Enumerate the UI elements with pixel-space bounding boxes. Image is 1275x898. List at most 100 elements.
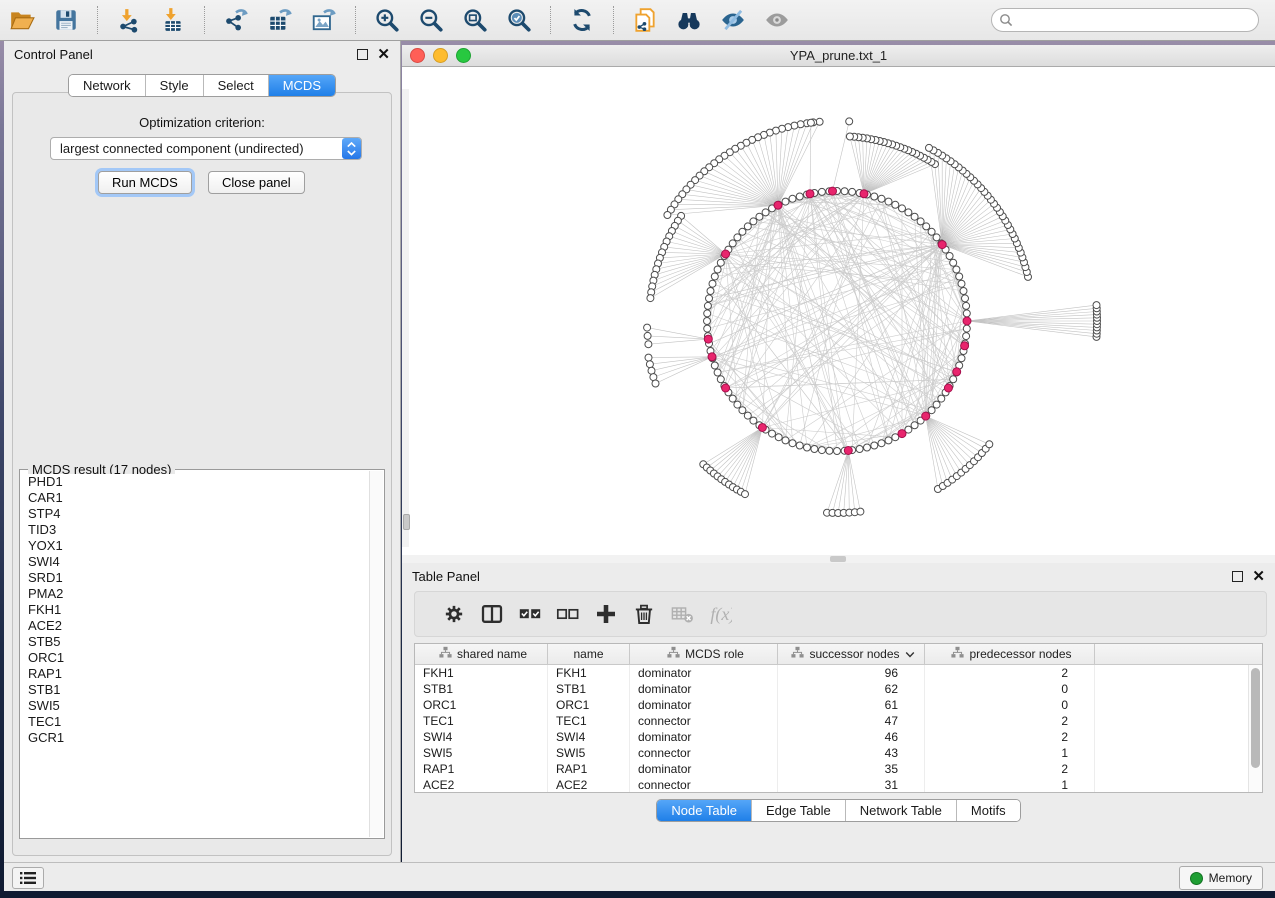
table-cell[interactable]: 62 bbox=[778, 681, 925, 697]
table-cell[interactable]: 35 bbox=[778, 761, 925, 777]
result-list-item[interactable]: FKH1 bbox=[21, 602, 370, 618]
tab-mcds[interactable]: MCDS bbox=[268, 75, 335, 96]
table-cell[interactable]: dominator bbox=[630, 681, 778, 697]
table-scrollbar[interactable] bbox=[1248, 665, 1262, 792]
result-list-item[interactable]: STB1 bbox=[21, 682, 370, 698]
table-cell[interactable]: RAP1 bbox=[415, 761, 548, 777]
find-icon[interactable] bbox=[675, 6, 703, 34]
result-list-item[interactable]: RAP1 bbox=[21, 666, 370, 682]
table-cell[interactable]: STB1 bbox=[548, 681, 630, 697]
table-cell[interactable]: 47 bbox=[778, 713, 925, 729]
table-cell[interactable]: ORC1 bbox=[548, 697, 630, 713]
table-cell[interactable]: TEC1 bbox=[548, 713, 630, 729]
table-cell[interactable]: dominator bbox=[630, 697, 778, 713]
result-list-item[interactable]: ORC1 bbox=[21, 650, 370, 666]
table-cell[interactable]: 2 bbox=[925, 665, 1095, 681]
add-column-icon[interactable] bbox=[587, 599, 625, 629]
table-row[interactable]: FKH1FKH1dominator962 bbox=[415, 665, 1249, 681]
column-header-successor-nodes[interactable]: successor nodes bbox=[778, 644, 925, 664]
hide-selected-icon[interactable] bbox=[719, 6, 747, 34]
table-row[interactable]: SWI4SWI4dominator462 bbox=[415, 729, 1249, 745]
table-cell[interactable]: 1 bbox=[925, 777, 1095, 792]
table-cell[interactable]: 96 bbox=[778, 665, 925, 681]
save-session-icon[interactable] bbox=[52, 6, 80, 34]
float-panel-icon[interactable] bbox=[357, 49, 368, 60]
table-cell[interactable]: STB1 bbox=[415, 681, 548, 697]
table-cell[interactable]: ORC1 bbox=[415, 697, 548, 713]
panel-list-button[interactable] bbox=[12, 867, 44, 889]
column-header-predecessor-nodes[interactable]: predecessor nodes bbox=[925, 644, 1095, 664]
close-table-panel-icon[interactable]: ✕ bbox=[1252, 572, 1265, 581]
table-cell[interactable]: FKH1 bbox=[548, 665, 630, 681]
tab-motifs[interactable]: Motifs bbox=[956, 800, 1020, 821]
tab-node-table[interactable]: Node Table bbox=[657, 800, 751, 821]
clone-network-icon[interactable] bbox=[631, 6, 659, 34]
result-list-item[interactable]: STB5 bbox=[21, 634, 370, 650]
table-cell[interactable]: 2 bbox=[925, 713, 1095, 729]
result-list-item[interactable]: TEC1 bbox=[21, 714, 370, 730]
zoom-fit-icon[interactable] bbox=[461, 6, 489, 34]
open-file-icon[interactable] bbox=[8, 6, 36, 34]
result-list-item[interactable]: ACE2 bbox=[21, 618, 370, 634]
table-cell[interactable]: ACE2 bbox=[548, 777, 630, 792]
tab-edge-table[interactable]: Edge Table bbox=[751, 800, 845, 821]
table-cell[interactable]: connector bbox=[630, 745, 778, 761]
zoom-selected-icon[interactable] bbox=[505, 6, 533, 34]
table-settings-icon[interactable] bbox=[435, 599, 473, 629]
result-list-item[interactable]: STP4 bbox=[21, 506, 370, 522]
table-cell[interactable]: SWI4 bbox=[415, 729, 548, 745]
table-row[interactable]: SWI5SWI5connector431 bbox=[415, 745, 1249, 761]
import-table-icon[interactable] bbox=[159, 6, 187, 34]
column-header-name[interactable]: name bbox=[548, 644, 630, 664]
table-cell[interactable]: connector bbox=[630, 777, 778, 792]
export-table-icon[interactable] bbox=[266, 6, 294, 34]
table-cell[interactable]: FKH1 bbox=[415, 665, 548, 681]
tab-select[interactable]: Select bbox=[203, 75, 268, 96]
tab-style[interactable]: Style bbox=[145, 75, 203, 96]
run-mcds-button[interactable]: Run MCDS bbox=[98, 171, 192, 194]
mcds-result-list[interactable]: PHD1CAR1STP4TID3YOX1SWI4SRD1PMA2FKH1ACE2… bbox=[21, 474, 370, 837]
result-list-item[interactable]: SWI4 bbox=[21, 554, 370, 570]
column-header-MCDS-role[interactable]: MCDS role bbox=[630, 644, 778, 664]
result-list-item[interactable]: SRD1 bbox=[21, 570, 370, 586]
tab-network[interactable]: Network bbox=[69, 75, 145, 96]
zoom-out-icon[interactable] bbox=[417, 6, 445, 34]
tab-network-table[interactable]: Network Table bbox=[845, 800, 956, 821]
table-cell[interactable]: RAP1 bbox=[548, 761, 630, 777]
table-cell[interactable]: 2 bbox=[925, 729, 1095, 745]
result-list-item[interactable]: GCR1 bbox=[21, 730, 370, 746]
table-cell[interactable]: 61 bbox=[778, 697, 925, 713]
export-image-icon[interactable] bbox=[310, 6, 338, 34]
result-list-item[interactable]: PHD1 bbox=[21, 474, 370, 490]
table-cell[interactable]: connector bbox=[630, 713, 778, 729]
table-cell[interactable]: dominator bbox=[630, 665, 778, 681]
network-graph[interactable] bbox=[409, 67, 1268, 555]
network-hscrollbar[interactable] bbox=[402, 555, 1275, 563]
result-list-item[interactable]: CAR1 bbox=[21, 490, 370, 506]
close-panel-button[interactable]: Close panel bbox=[208, 171, 305, 194]
table-cell[interactable]: SWI5 bbox=[548, 745, 630, 761]
table-row[interactable]: ORC1ORC1dominator610 bbox=[415, 697, 1249, 713]
criterion-dropdown[interactable]: largest connected component (undirected) bbox=[50, 137, 362, 160]
import-network-icon[interactable] bbox=[115, 6, 143, 34]
select-all-icon[interactable] bbox=[511, 599, 549, 629]
float-table-panel-icon[interactable] bbox=[1232, 571, 1243, 582]
table-cell[interactable]: 0 bbox=[925, 697, 1095, 713]
export-network-icon[interactable] bbox=[222, 6, 250, 34]
split-panel-icon[interactable] bbox=[473, 599, 511, 629]
table-cell[interactable]: SWI4 bbox=[548, 729, 630, 745]
table-cell[interactable]: 31 bbox=[778, 777, 925, 792]
result-list-item[interactable]: PMA2 bbox=[21, 586, 370, 602]
table-cell[interactable]: dominator bbox=[630, 729, 778, 745]
table-cell[interactable]: 0 bbox=[925, 681, 1095, 697]
result-list-item[interactable]: TID3 bbox=[21, 522, 370, 538]
search-input[interactable] bbox=[991, 8, 1259, 32]
zoom-in-icon[interactable] bbox=[373, 6, 401, 34]
result-list-item[interactable]: YOX1 bbox=[21, 538, 370, 554]
network-canvas[interactable] bbox=[402, 67, 1275, 555]
network-vscrollbar[interactable] bbox=[402, 89, 409, 547]
deselect-all-icon[interactable] bbox=[549, 599, 587, 629]
show-all-icon[interactable] bbox=[763, 6, 791, 34]
result-list-item[interactable]: SWI5 bbox=[21, 698, 370, 714]
column-header-shared-name[interactable]: shared name bbox=[415, 644, 548, 664]
